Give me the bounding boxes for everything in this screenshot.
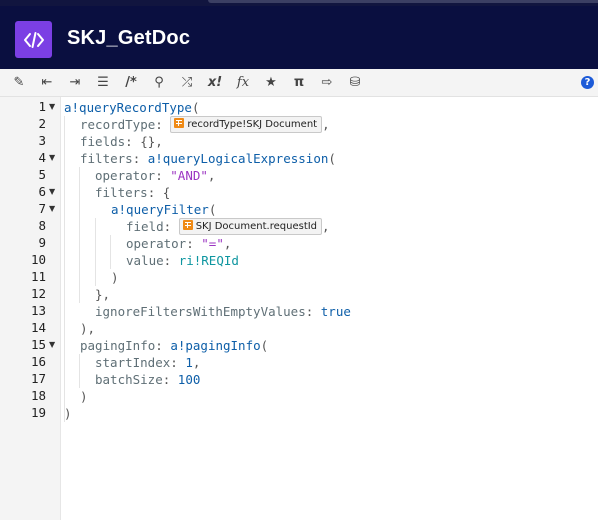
code-line: ),	[80, 321, 96, 336]
code-line: operator: "AND",	[95, 168, 216, 183]
help-icon[interactable]: ?	[581, 76, 594, 89]
line-number: 9	[38, 235, 46, 250]
line-number: 7	[38, 201, 46, 216]
parameter-name: pagingInfo	[80, 338, 156, 353]
function-icon[interactable]: fx	[233, 73, 253, 91]
line-number: 3	[38, 133, 46, 148]
indent-guide	[64, 116, 65, 422]
line-number: 18	[30, 388, 46, 403]
function-name: a!pagingInfo	[170, 338, 261, 353]
expression-rule-icon	[15, 21, 52, 58]
line-number-gutter: 1 2 3 4 5 6 7 8 9 10 11 12 13 14 15 16 1…	[0, 97, 61, 520]
fold-toggle-icon[interactable]: ▼	[49, 340, 55, 349]
parameter-name: operator	[126, 236, 187, 251]
code-line: ignoreFiltersWithEmptyValues: true	[95, 304, 351, 319]
line-number: 10	[30, 252, 46, 267]
indent-guide	[79, 167, 80, 303]
code-line: )	[64, 406, 72, 421]
record-type-icon	[174, 118, 185, 128]
star-icon[interactable]: ★	[261, 73, 281, 91]
search-icon[interactable]: ⚲	[149, 73, 169, 91]
function-name: a!queryFilter	[111, 202, 209, 217]
code-line: field: SKJ Document.requestId,	[126, 218, 330, 235]
line-number: 15	[30, 337, 46, 352]
code-line: startIndex: 1,	[95, 355, 201, 370]
record-field-icon	[182, 220, 193, 230]
line-number: 12	[30, 286, 46, 301]
code-line: value: ri!REQId	[126, 253, 239, 268]
line-number: 11	[30, 269, 46, 284]
code-line: )	[111, 270, 119, 285]
code-line: batchSize: 100	[95, 372, 201, 387]
parameter-name: filters	[95, 185, 148, 200]
indent-guide	[95, 218, 96, 286]
line-number: 1	[38, 99, 46, 114]
database-search-icon[interactable]: ⛁	[345, 73, 365, 91]
code-editor[interactable]: 1 2 3 4 5 6 7 8 9 10 11 12 13 14 15 16 1…	[0, 97, 598, 520]
indent-guide	[110, 235, 111, 269]
line-number: 5	[38, 167, 46, 182]
code-line: )	[80, 389, 88, 404]
string-literal: "AND"	[170, 168, 208, 183]
pi-icon[interactable]: π	[289, 73, 309, 91]
page-title: SKJ_GetDoc	[67, 27, 191, 49]
line-number: 8	[38, 218, 46, 233]
magic-wand-icon[interactable]: ✎	[9, 73, 29, 91]
editor-toolbar: ✎ ⇤ ⇥ ☰ /* ⚲ ⤮ x! fx ★ π ⇨ ⛁	[0, 69, 598, 97]
boolean-literal: true	[320, 304, 351, 319]
rule-input-reference: ri!REQId	[178, 253, 239, 268]
code-line: },	[95, 287, 111, 302]
fold-toggle-icon[interactable]: ▼	[49, 187, 55, 196]
parameter-name: ignoreFiltersWithEmptyValues	[95, 304, 306, 319]
line-number: 13	[30, 303, 46, 318]
line-number: 2	[38, 116, 46, 131]
indent-guide	[79, 354, 80, 388]
line-number: 19	[30, 405, 46, 420]
code-line: fields: {},	[80, 134, 163, 149]
fold-toggle-icon[interactable]: ▼	[49, 204, 55, 213]
indent-icon[interactable]: ⇥	[65, 73, 85, 91]
line-number: 14	[30, 320, 46, 335]
line-number: 17	[30, 371, 46, 386]
parameter-name: recordType	[80, 117, 156, 132]
export-icon[interactable]: ⇨	[317, 73, 337, 91]
header-bar: SKJ_GetDoc	[0, 6, 598, 69]
fold-toggle-icon[interactable]: ▼	[49, 102, 55, 111]
string-literal: "="	[201, 236, 224, 251]
record-type-chip[interactable]: recordType!SKJ Document	[170, 116, 323, 133]
comment-icon[interactable]: /*	[121, 73, 141, 91]
parameter-name: startIndex	[95, 355, 171, 370]
outdent-icon[interactable]: ⇤	[37, 73, 57, 91]
code-line: a!queryRecordType(	[64, 100, 200, 115]
code-line: pagingInfo: a!pagingInfo(	[80, 338, 269, 353]
parameter-name: operator	[95, 168, 156, 183]
browser-tab-edge	[208, 0, 598, 3]
code-line: recordType: recordType!SKJ Document,	[80, 116, 330, 133]
record-field-chip[interactable]: SKJ Document.requestId	[178, 218, 323, 235]
parameter-name: filters	[80, 151, 133, 166]
code-line: filters: a!queryLogicalExpression(	[80, 151, 336, 166]
code-line: a!queryFilter(	[111, 202, 217, 217]
line-number: 4	[38, 150, 46, 165]
line-number: 16	[30, 354, 46, 369]
code-line: operator: "=",	[126, 236, 232, 251]
line-number: 6	[38, 184, 46, 199]
parameter-name: batchSize	[95, 372, 163, 387]
parameter-name: field	[126, 219, 164, 234]
fold-toggle-icon[interactable]: ▼	[49, 153, 55, 162]
parameter-name: fields	[80, 134, 126, 149]
parameter-name: value	[126, 253, 164, 268]
format-lines-icon[interactable]: ☰	[93, 73, 113, 91]
rule-icon[interactable]: x!	[205, 73, 225, 91]
code-line: filters: {	[95, 185, 171, 200]
function-name: a!queryRecordType	[64, 100, 192, 115]
shuffle-icon[interactable]: ⤮	[177, 73, 197, 91]
number-literal: 1	[185, 355, 193, 370]
number-literal: 100	[177, 372, 201, 387]
function-name: a!queryLogicalExpression	[147, 151, 329, 166]
